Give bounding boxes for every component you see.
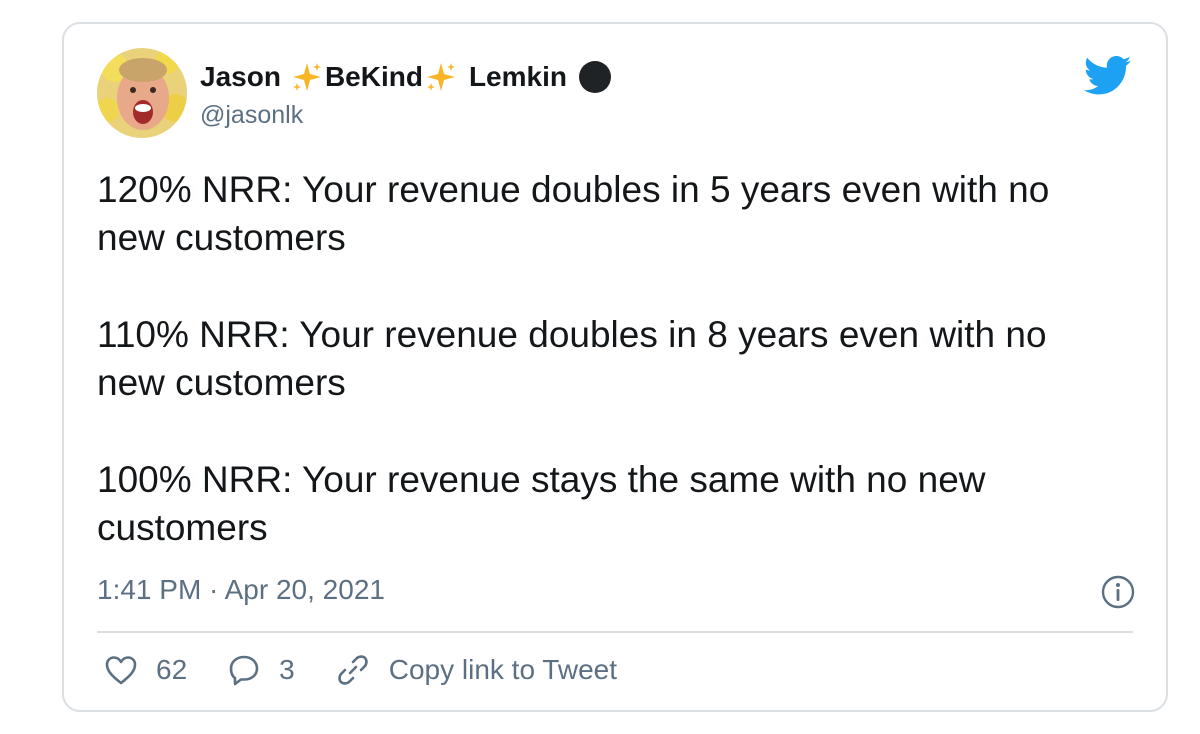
link-icon [337,655,368,685]
reply-button[interactable]: 3 [227,653,295,687]
tweet-actions: 62 3 Copy link to Tweet [104,652,657,688]
sparkle-icon [292,63,321,91]
display-name-middle: BeKind [324,61,423,92]
black-circle-icon [578,61,611,93]
tweet-text: 120% NRR: Your revenue doubles in 5 year… [97,166,1117,552]
divider [97,631,1133,633]
display-name-last: Lemkin [468,61,567,92]
tweet-card: Jason BeKind Lemkin @jasonlk 120% NRR: Y… [62,22,1168,712]
user-handle[interactable]: @jasonlk [200,101,611,130]
display-name-first: Jason [200,61,281,92]
tweet-timestamp[interactable]: 1:41 PM · Apr 20, 2021 [97,574,385,606]
reply-count: 3 [279,654,295,685]
tweet-paragraph: 110% NRR: Your revenue doubles in 8 year… [97,314,1047,403]
heart-icon [105,656,137,685]
like-count: 62 [156,654,188,685]
sparkle-icon [426,63,455,91]
reply-icon [229,655,259,686]
avatar-image [97,48,187,138]
tweet-paragraph: 120% NRR: Your revenue doubles in 5 year… [97,169,1050,258]
author-block[interactable]: Jason BeKind Lemkin @jasonlk [200,57,611,130]
info-icon[interactable] [1100,574,1136,610]
avatar[interactable] [97,48,187,138]
like-button[interactable]: 62 [104,654,187,686]
copy-link-label: Copy link to Tweet [388,654,617,685]
tweet-paragraph: 100% NRR: Your revenue stays the same wi… [97,459,986,548]
display-name[interactable]: Jason BeKind Lemkin [200,57,611,97]
twitter-bird-icon[interactable] [1084,56,1132,96]
copy-link-button[interactable]: Copy link to Tweet [335,652,617,688]
